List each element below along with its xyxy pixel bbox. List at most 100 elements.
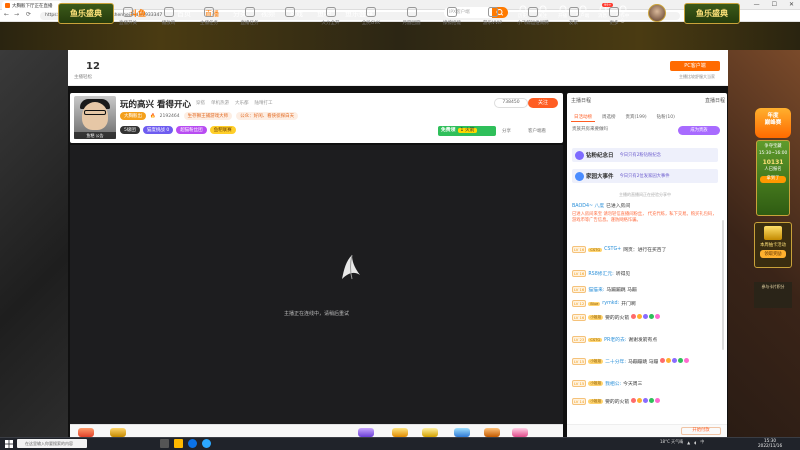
chat-username[interactable]: RS8修汇元: xyxy=(588,270,613,277)
toolbar-item[interactable]: 小飞鲸运维闹腾 xyxy=(517,6,549,26)
user-level: LV 14 xyxy=(572,398,587,405)
toolbar-item[interactable]: 游乐VVIP xyxy=(477,6,509,26)
toolbar-item-label: 游乐VVIP xyxy=(482,21,503,26)
toolbar-item[interactable]: 主播任务 xyxy=(193,6,225,26)
user-avatar[interactable] xyxy=(648,4,666,22)
follow-button[interactable]: 关注 xyxy=(528,98,558,108)
network-icon[interactable]: ▲ xyxy=(687,440,690,445)
tab-anchor-schedule[interactable]: 主播日程 xyxy=(571,97,591,104)
event-poster[interactable]: 争夺宝藏 15:30~16:00 10131 人已报名 拿到了 xyxy=(756,140,790,216)
home-icon xyxy=(575,171,584,181)
gift-item[interactable] xyxy=(454,428,470,437)
poster-button[interactable]: 拿到了 xyxy=(760,176,786,184)
client-watch-button[interactable]: 客户端看 xyxy=(528,128,546,134)
task-view-icon[interactable] xyxy=(160,439,169,448)
room-tag[interactable]: 大乐都 xyxy=(235,100,249,106)
pay-button[interactable]: 开始付款 xyxy=(681,427,721,435)
become-noble-button[interactable]: 成为贵族 xyxy=(678,126,720,135)
festival-logo-right[interactable]: 鱼乐盛典 xyxy=(684,3,740,24)
reload-button[interactable]: ⟳ xyxy=(26,11,31,18)
toolbar-item[interactable]: 月圆团圆 xyxy=(396,6,428,26)
toolbar-item-label: 月圆团圆 xyxy=(402,21,421,26)
fan-badge[interactable]: CSTG xyxy=(588,247,603,252)
gift-item[interactable] xyxy=(78,428,94,437)
league-pill[interactable]: 鱼粑联赛 xyxy=(209,126,236,134)
minimize-button[interactable]: — xyxy=(754,1,760,8)
chat-username[interactable]: 猫猫来: xyxy=(588,286,604,293)
rank-tab[interactable]: 钻粉(10) xyxy=(654,113,678,122)
toolbar-icon xyxy=(366,7,376,17)
volume-icon[interactable]: ◖ xyxy=(694,440,696,445)
gift-item[interactable] xyxy=(512,428,528,437)
toolbar-item[interactable]: 直播开关 xyxy=(112,6,144,26)
fan-badge[interactable]: 小姐姐 xyxy=(588,399,604,404)
gift-item[interactable] xyxy=(110,428,126,437)
fan-badge[interactable]: CSTG xyxy=(588,337,603,342)
room-tag[interactable]: 单机热游 xyxy=(211,100,229,106)
video-player[interactable] xyxy=(70,145,563,424)
tab-live-schedule[interactable]: 直播日程 xyxy=(705,97,725,104)
windows-start-icon[interactable] xyxy=(5,440,13,448)
fan-badge[interactable]: 小姐姐 xyxy=(588,315,604,320)
fan-club-pill[interactable]: 超猫粉丝团 xyxy=(176,126,207,134)
chat-username[interactable]: CSTG+ xyxy=(604,247,621,252)
user-level: LV 23 xyxy=(572,336,587,343)
taskbar-clock[interactable]: 15:30 2022/11/16 xyxy=(758,438,782,449)
anchor-info-row: 大胸骰出 🔥 2192464 生存狮王捕游戏大师 公众：好闲、看侠侦探白天 xyxy=(120,112,299,120)
room-tag[interactable]: 陆晴打工 xyxy=(255,100,273,106)
toolbar-item-label: 播放鸡 xyxy=(161,21,176,26)
file-explorer-icon[interactable] xyxy=(174,439,183,448)
toolbar-item[interactable]: 更多 xyxy=(598,6,630,26)
fan-badge[interactable]: 小姐姐 xyxy=(588,359,604,364)
rank-tab[interactable]: 周选榜 xyxy=(599,113,619,122)
toolbar-item[interactable]: 全民GVK xyxy=(355,6,387,26)
chat-scrollbar[interactable] xyxy=(722,220,724,350)
maximize-button[interactable]: ☐ xyxy=(772,1,777,8)
claim-reward-button[interactable]: 领取奖励 xyxy=(760,250,786,258)
free-gift-button[interactable]: 免费领 1 火箭 xyxy=(438,126,496,136)
toolbar-item[interactable]: 友家 xyxy=(558,6,590,26)
toolbar-item[interactable]: 直播任务 xyxy=(234,6,266,26)
share-button[interactable]: 分享 xyxy=(502,128,511,134)
chat-username[interactable]: 二十分年: xyxy=(605,358,626,365)
browser-app-icon[interactable] xyxy=(202,439,211,448)
chat-username[interactable]: 我相公: xyxy=(605,380,621,387)
toolbar-item[interactable]: 播放鸡 xyxy=(153,6,185,26)
rank-tab[interactable]: 贵宾(199) xyxy=(623,113,650,122)
toolbar-item[interactable]: 大力全开 xyxy=(315,6,347,26)
emoji-icon xyxy=(655,314,661,319)
annual-event-badge[interactable]: 年度 巅峰赛 xyxy=(755,108,791,138)
weather-text[interactable]: 18°C 天气晴 xyxy=(660,439,683,445)
browser-tab[interactable]: 大胸骰下厅正在直播 xyxy=(2,1,62,10)
gift-item[interactable] xyxy=(392,428,408,437)
back-button[interactable]: ← xyxy=(4,11,9,18)
rank-tab[interactable]: 日活动榜 xyxy=(571,113,595,122)
fan-challenge-pill[interactable]: 猫度挑战 0 xyxy=(142,126,174,134)
gift-item[interactable] xyxy=(358,428,374,437)
chat-username[interactable]: BAOD4~ 八度 xyxy=(572,202,604,209)
forward-button[interactable]: → xyxy=(14,11,19,18)
fan-badge[interactable]: Blue xyxy=(588,301,601,306)
family-event-banner[interactable]: 家园大事件 今日只有2位发家园大事件 xyxy=(572,169,718,183)
festival-logo-left[interactable]: 鱼乐盛典 xyxy=(58,3,114,24)
group-level-pill[interactable]: 5级团 xyxy=(120,126,140,134)
close-button[interactable]: ✕ xyxy=(789,1,794,8)
gift-item[interactable] xyxy=(422,428,438,437)
toolbar-item[interactable]: 撩撩招能 xyxy=(436,6,468,26)
chat-username[interactable]: rymkd: xyxy=(602,301,619,306)
diamond-fan-banner[interactable]: 钻粉纪念日 今日只有2粉钻粉纪念 xyxy=(572,148,718,162)
pc-client-button[interactable]: PC客户端 xyxy=(670,61,720,71)
card-event-box[interactable]: 本周抽卡活动 领取奖励 xyxy=(754,222,792,268)
chat-username[interactable]: PR老的去: xyxy=(604,336,626,343)
toolbar-icon xyxy=(325,7,336,17)
anchor-name-badge[interactable]: 大胸骰出 xyxy=(120,112,146,120)
emoji-icon xyxy=(637,314,643,319)
fan-badge[interactable]: 小姐姐 xyxy=(588,381,604,386)
input-lang[interactable]: 中 xyxy=(700,439,704,445)
room-tag[interactable]: 穿搭 xyxy=(196,100,205,106)
chat-message: LV 23 CSTG PR老的去: 谢谢发箭有点 xyxy=(572,336,722,343)
edge-browser-icon[interactable] xyxy=(188,439,197,448)
gift-item[interactable] xyxy=(484,428,500,437)
toolbar-item[interactable] xyxy=(274,6,306,20)
taskbar-search-input[interactable]: 在这里输入你要搜索的内容 xyxy=(17,439,87,448)
